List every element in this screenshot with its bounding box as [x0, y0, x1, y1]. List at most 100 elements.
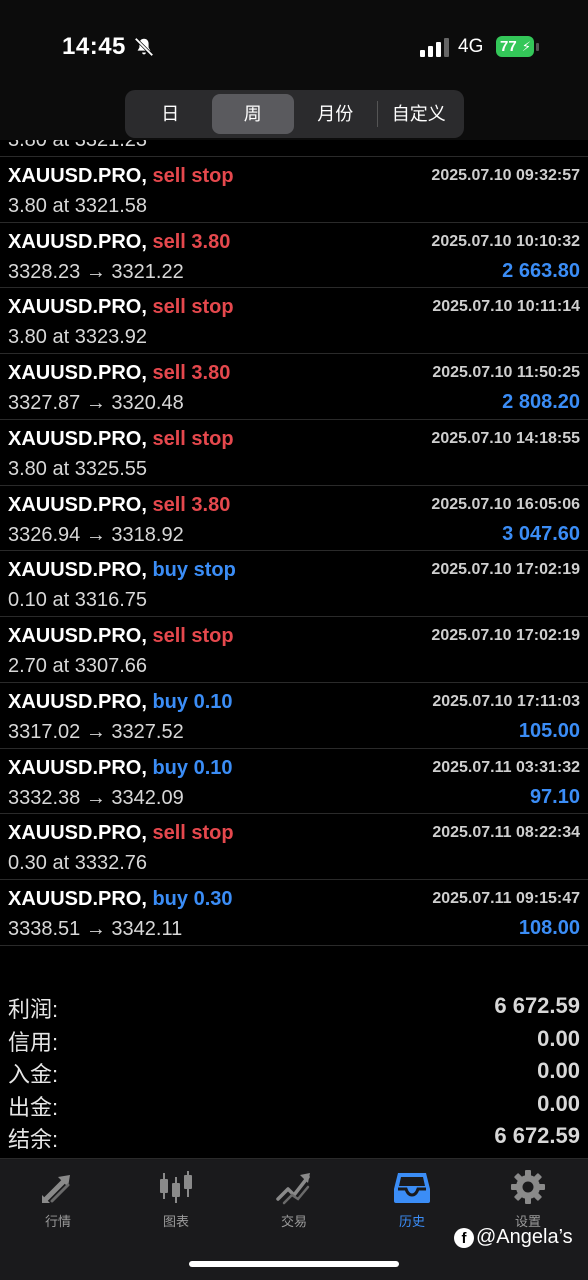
- deal-time: 2025.07.11 03:31:32: [432, 758, 580, 776]
- deal-symbol: XAUUSD.PRO,: [8, 625, 147, 647]
- deal-type: buy 0.10: [152, 690, 233, 713]
- deal-type: sell 3.80: [152, 493, 231, 516]
- status-bar: 14:45 4G 77 ⚡: [0, 0, 588, 92]
- deal-profit: 3 047.60: [502, 522, 580, 545]
- summary-row-balance: 结余: 6 672.59: [0, 1118, 588, 1152]
- deal-row[interactable]: XAUUSD.PRO, buy 0.30 2025.07.11 09:15:47 3…: [0, 880, 588, 946]
- deal-row[interactable]: XAUUSD.PRO, buy 0.10 2025.07.10 17:11:03 3…: [0, 683, 588, 749]
- deposit-label: 入金:: [8, 1062, 59, 1087]
- deal-symbol: XAUUSD.PRO,: [8, 822, 147, 845]
- period-tab-month[interactable]: 月份: [294, 94, 377, 134]
- candlestick-chart-icon: [160, 1171, 192, 1203]
- deal-profit: 105.00: [518, 719, 580, 742]
- deal-symbol-line: XAUUSD.PRO, sell 3.80: [8, 362, 230, 385]
- deal-symbol-line: XAUUSD.PRO, sell stop: [8, 428, 234, 451]
- history-inbox-icon: [394, 1173, 430, 1203]
- deal-detail: 3327.87 → 3320.48: [8, 392, 184, 414]
- battery-icon: 77 ⚡: [496, 36, 534, 57]
- deal-type: buy 0.30: [152, 888, 233, 910]
- period-tab-day[interactable]: 日: [129, 94, 212, 134]
- profit-value: 6 672.59: [494, 993, 580, 1018]
- deal-symbol: XAUUSD.PRO,: [8, 427, 147, 450]
- tab-trade-label: 交易: [280, 1214, 307, 1229]
- credit-value: 0.00: [537, 1025, 580, 1051]
- deal-type: sell stop: [152, 164, 234, 187]
- tab-quotes-label: 行情: [44, 1214, 71, 1229]
- deal-symbol: XAUUSD.PRO,: [8, 230, 147, 253]
- deal-time: 2025.07.10 17:11:03: [432, 692, 580, 710]
- deal-symbol: XAUUSD.PRO,: [8, 888, 147, 910]
- deal-detail: 2.70 at 3307.66: [8, 655, 148, 677]
- deal-row[interactable]: XAUUSD.PRO, buy 0.10 2025.07.11 03:31:32 3…: [0, 749, 588, 815]
- deal-time: 2025.07.10 14:18:55: [431, 429, 580, 447]
- history-list-content: XAUUSD.PRO, sell stop2025.07.10 09:31:28…: [0, 140, 588, 946]
- deal-detail: 0.10 at 3316.75: [8, 589, 148, 612]
- deal-type: sell stop: [152, 427, 234, 450]
- deal-row[interactable]: XAUUSD.PRO, sell stop 2025.07.10 10:11:14…: [0, 288, 588, 354]
- deal-type: sell stop: [152, 625, 234, 647]
- deal-time: 2025.07.10 09:32:57: [431, 166, 580, 184]
- period-segmented-control: 日 周 月份 自定义: [125, 90, 464, 138]
- deal-symbol-line: XAUUSD.PRO, sell 3.80: [8, 494, 230, 517]
- deal-time: 2025.07.10 16:05:06: [431, 495, 580, 513]
- deal-row[interactable]: XAUUSD.PRO, sell stop2025.07.10 09:31:28…: [0, 140, 588, 157]
- balance-label: 结余:: [8, 1127, 59, 1152]
- summary-row-profit: 利润: 6 672.59: [0, 988, 588, 1022]
- deal-type: buy 0.10: [152, 756, 233, 779]
- bell-slash-icon: [134, 37, 154, 57]
- deal-row[interactable]: XAUUSD.PRO, buy stop 2025.07.10 17:02:19 0…: [0, 551, 588, 617]
- deal-symbol-line: XAUUSD.PRO, sell stop: [8, 822, 234, 845]
- watermark: f @Angela’s: [454, 1226, 573, 1249]
- tab-quotes[interactable]: 行情: [18, 1169, 98, 1230]
- home-indicator[interactable]: [189, 1261, 399, 1267]
- deal-row[interactable]: XAUUSD.PRO, sell stop 2025.07.10 17:02:19…: [0, 617, 588, 683]
- deal-symbol-line: XAUUSD.PRO, buy stop: [8, 559, 236, 582]
- tab-history[interactable]: 历史: [372, 1169, 452, 1230]
- history-list[interactable]: XAUUSD.PRO, sell stop2025.07.10 09:31:28…: [0, 140, 588, 985]
- tab-settings[interactable]: 设置: [488, 1169, 568, 1230]
- signal-icon: [420, 38, 449, 57]
- deal-symbol: XAUUSD.PRO,: [8, 493, 147, 516]
- tab-trade[interactable]: 交易: [254, 1169, 334, 1230]
- deal-profit: 2 663.80: [502, 259, 580, 282]
- deal-row[interactable]: XAUUSD.PRO, sell 3.80 2025.07.10 11:50:25…: [0, 354, 588, 420]
- deal-detail: 3.80 at 3323.92: [8, 326, 148, 349]
- deal-time: 2025.07.10 11:50:25: [432, 364, 580, 381]
- deal-type: sell 3.80: [152, 230, 231, 253]
- deal-symbol-line: XAUUSD.PRO, sell 3.80: [8, 231, 230, 254]
- deal-detail: 3332.38 → 3342.09: [8, 786, 184, 809]
- deal-time: 2025.07.10 10:10:32: [431, 232, 580, 250]
- deal-time: 2025.07.10 17:02:19: [431, 627, 580, 644]
- trade-trend-icon: [276, 1173, 310, 1205]
- deal-detail: 3.80 at 3325.55: [8, 457, 148, 480]
- tab-charts[interactable]: 图表: [136, 1169, 216, 1230]
- deal-detail: 3317.02 → 3327.52: [8, 720, 184, 743]
- deal-type: buy stop: [152, 559, 236, 582]
- battery-tip: [536, 43, 539, 51]
- deal-symbol: XAUUSD.PRO,: [8, 362, 147, 384]
- network-type: 4G: [458, 36, 484, 57]
- clock: 14:45: [62, 33, 126, 60]
- deal-symbol-line: XAUUSD.PRO, sell stop: [8, 165, 234, 188]
- deal-row[interactable]: XAUUSD.PRO, sell 3.80 2025.07.10 16:05:06…: [0, 486, 588, 552]
- facebook-icon: f: [454, 1227, 474, 1248]
- period-tab-week[interactable]: 周: [211, 94, 294, 134]
- tab-charts-label: 图表: [162, 1214, 189, 1229]
- balance-value: 6 672.59: [494, 1123, 580, 1148]
- deal-row[interactable]: XAUUSD.PRO, sell 3.80 2025.07.10 10:10:32…: [0, 223, 588, 289]
- watermark-text: @Angela’s: [476, 1226, 573, 1248]
- deal-symbol-line: XAUUSD.PRO, buy 0.10: [8, 757, 233, 780]
- battery-level: 77: [500, 38, 517, 55]
- deal-row[interactable]: XAUUSD.PRO, sell stop 2025.07.10 14:18:55…: [0, 420, 588, 486]
- profit-label: 利润:: [8, 997, 59, 1022]
- account-summary: 利润: 6 672.59 信用: 0.00 入金: 0.00 出金: 0.00 …: [0, 988, 588, 1152]
- deposit-value: 0.00: [537, 1058, 580, 1083]
- deal-row[interactable]: XAUUSD.PRO, sell stop 2025.07.11 08:22:34…: [0, 814, 588, 880]
- deal-time: 2025.07.11 08:22:34: [432, 824, 580, 842]
- deal-row[interactable]: XAUUSD.PRO, sell stop 2025.07.10 09:32:57…: [0, 157, 588, 223]
- deal-detail: 3326.94 → 3318.92: [8, 523, 184, 546]
- period-tab-custom[interactable]: 自定义: [378, 94, 461, 134]
- deal-profit: 2 808.20: [502, 391, 580, 413]
- deal-detail: 0.30 at 3332.76: [8, 852, 148, 875]
- deal-symbol-line: XAUUSD.PRO, sell stop: [8, 296, 234, 319]
